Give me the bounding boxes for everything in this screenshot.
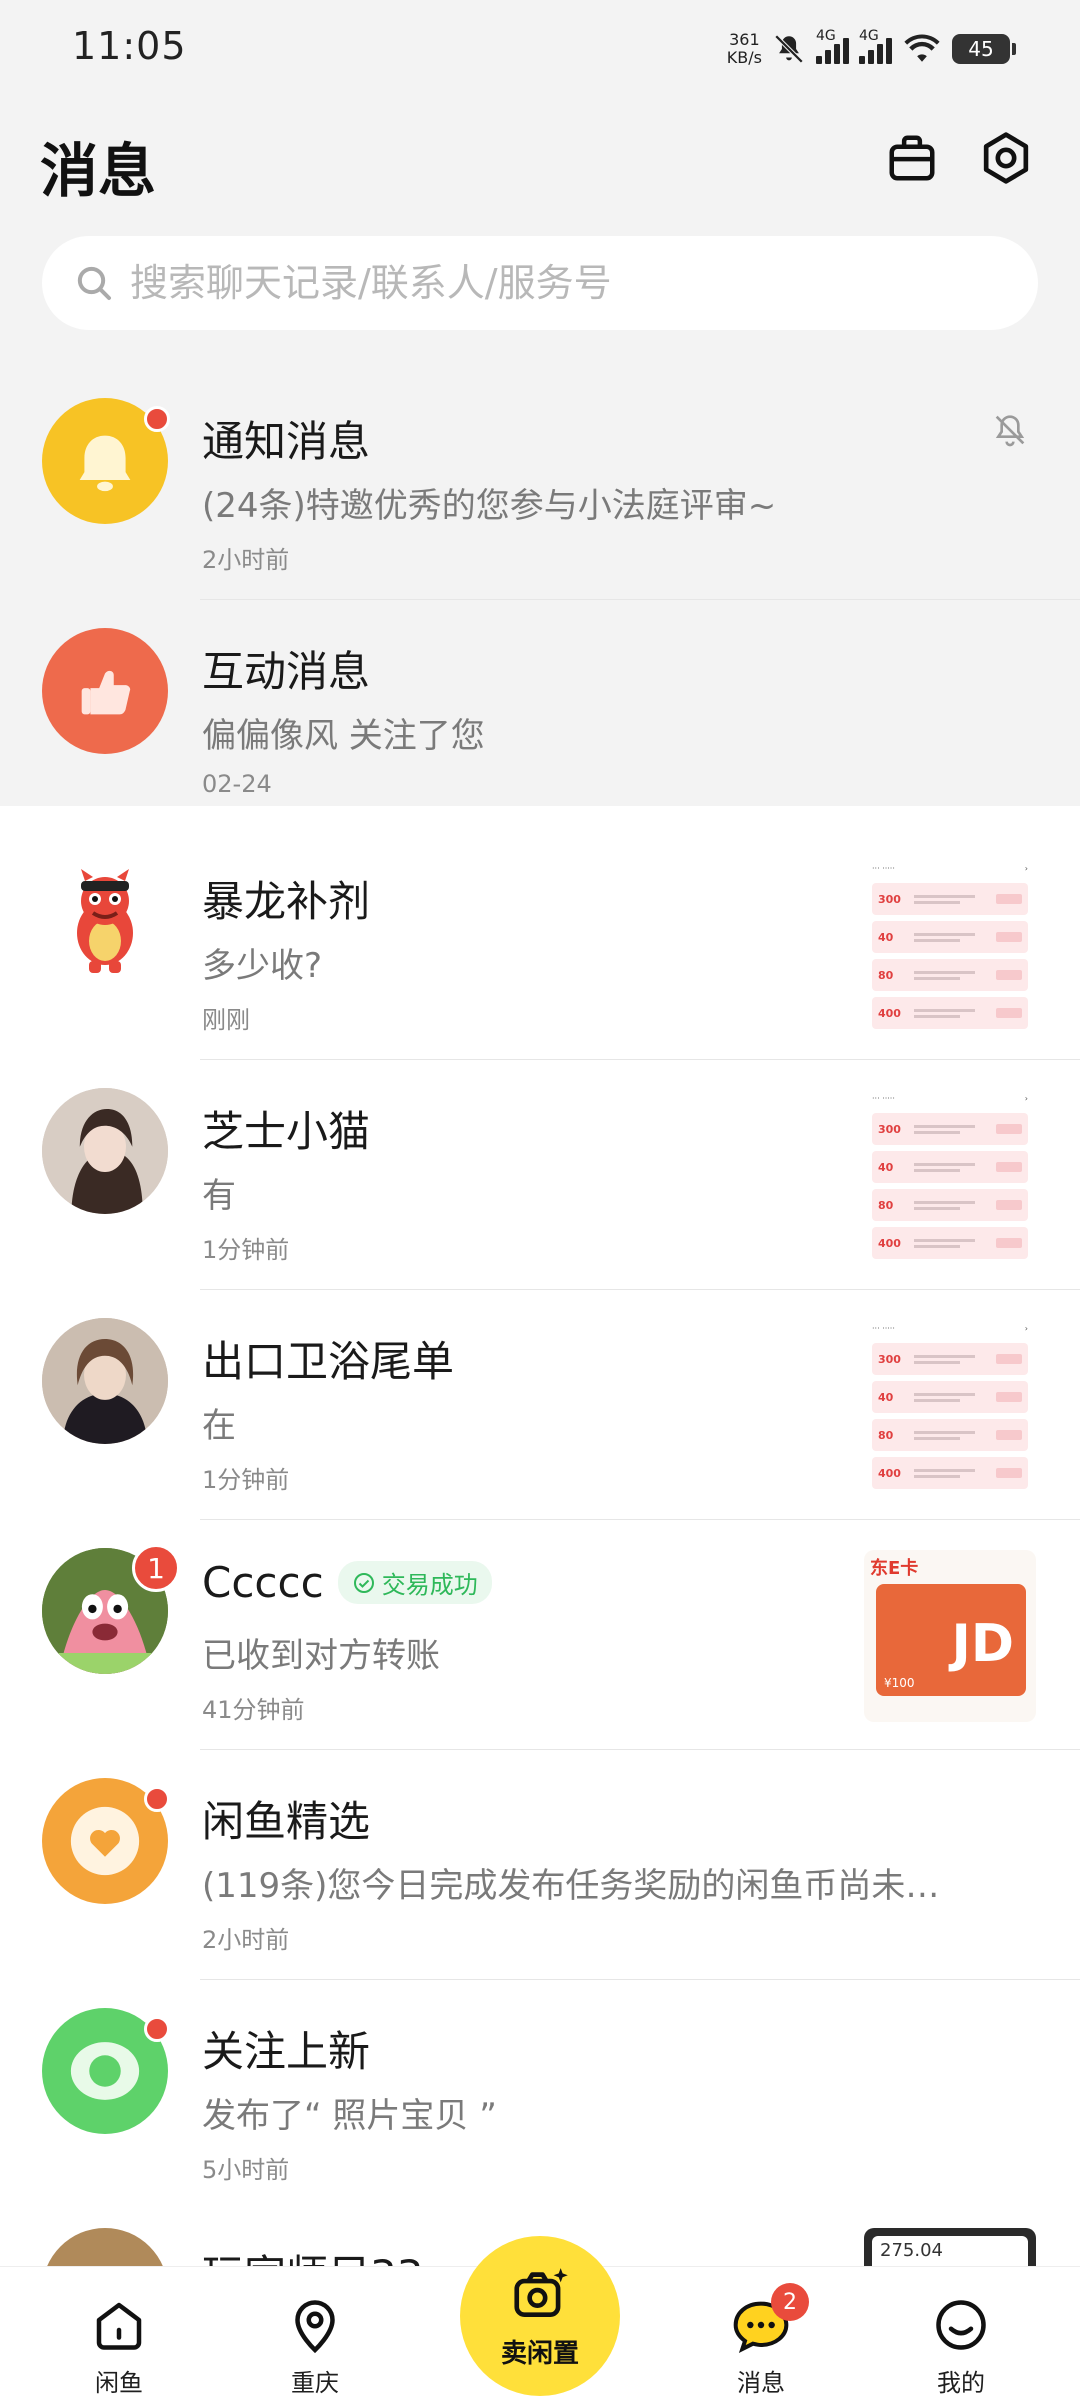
avatar: [42, 1318, 168, 1444]
home-icon: [87, 2293, 151, 2357]
list-item[interactable]: 关注上新 发布了“ 照片宝贝 ” 5小时前: [0, 1980, 1080, 2210]
nav-messages[interactable]: 2 消息: [696, 2283, 826, 2398]
shopping-bag-icon[interactable]: [884, 130, 940, 186]
bell-icon: [79, 435, 131, 492]
list-item[interactable]: 1 Ccccc 交易成功 已收到对方转账 41分钟前 东E卡 JD ¥100: [0, 1520, 1080, 1750]
list-item[interactable]: 互动消息 偏偏像风 关注了您 02-24: [0, 600, 1080, 830]
jd-card-image: JD ¥100: [876, 1584, 1026, 1696]
conversation-time: 5小时前: [202, 2156, 290, 2184]
check-circle-icon: [353, 1572, 374, 1593]
sell-button-label: 卖闲置: [500, 2338, 579, 2369]
conversation-message: (24条)特邀优秀的您参与小法庭评审~: [202, 486, 777, 526]
signal-strength-icon: 4G: [859, 28, 892, 64]
network-speed-unit: KB/s: [726, 48, 762, 67]
person-avatar-icon: [42, 1088, 168, 1214]
avatar: [42, 858, 168, 984]
item-thumbnail[interactable]: ··· ····· › 300 40 80 400: [864, 1320, 1036, 1492]
conversation-time: 41分钟前: [202, 1696, 305, 1724]
thumbs-up-icon: [81, 670, 131, 715]
location-pin-icon: [283, 2293, 347, 2357]
nav-messages-label: 消息: [737, 2369, 785, 2397]
status-time: 11:05: [72, 24, 187, 68]
item-thumbnail[interactable]: ··· ····· › 300 40 80 400: [864, 860, 1036, 1032]
search-bar[interactable]: [42, 236, 1038, 330]
signal-type-label: 4G: [859, 28, 879, 44]
conversation-name: Ccccc 交易成功: [202, 1558, 492, 1607]
nav-mine-label: 我的: [937, 2369, 985, 2397]
smiley-icon: [929, 2293, 993, 2357]
conversation-time: 1分钟前: [202, 1236, 290, 1264]
status-bar: 11:05 361 KB/s 4G 4G 45: [0, 0, 1080, 100]
conversation-time: 2小时前: [202, 1926, 290, 1954]
conversation-time: 刚刚: [202, 1006, 250, 1034]
conversation-name: 关注上新: [202, 2027, 371, 2076]
sell-button[interactable]: 卖闲置: [460, 2236, 620, 2396]
list-item[interactable]: 暴龙补剂 多少收? 刚刚 ··· ····· › 300 40 80 400: [0, 830, 1080, 1060]
messages-badge: 2: [771, 2283, 809, 2321]
avatar: [42, 1088, 168, 1214]
wifi-icon: [902, 33, 942, 65]
unread-dot: [144, 2016, 170, 2042]
battery-icon: 45: [952, 34, 1016, 64]
conversation-message: 发布了“ 照片宝贝 ”: [202, 2096, 497, 2136]
avatar: 1: [42, 1544, 180, 1674]
nav-city[interactable]: 重庆: [250, 2293, 380, 2398]
nav-home-label: 闲鱼: [95, 2369, 143, 2397]
status-icons: 361 KB/s 4G 4G 45: [727, 24, 1016, 74]
conversation-time: 2小时前: [202, 546, 290, 574]
bell-muted-icon: [990, 410, 1030, 450]
unread-dot: [144, 406, 170, 432]
conversation-name: 出口卫浴尾单: [202, 1337, 455, 1386]
search-icon: [72, 261, 116, 305]
conversation-message: 偏偏像风 关注了您: [202, 716, 485, 756]
avatar: [42, 2008, 170, 2134]
signal-strength-icon: 4G: [816, 28, 849, 64]
jd-card-title: 东E卡: [870, 1558, 919, 1579]
conversation-name: 芝士小猫: [202, 1107, 371, 1156]
conversation-time: 02-24: [202, 770, 272, 798]
conversation-name: 暴龙补剂: [202, 877, 371, 926]
conversation-message: (119条)您今日完成发布任务奖励的闲鱼币尚未…: [202, 1866, 940, 1906]
person-avatar-icon: [42, 1318, 168, 1444]
item-thumbnail[interactable]: ··· ····· › 300 40 80 400: [864, 1090, 1036, 1262]
network-speed: 361 KB/s: [727, 31, 762, 67]
nav-mine[interactable]: 我的: [896, 2293, 1026, 2398]
item-thumbnail[interactable]: 东E卡 JD ¥100: [864, 1550, 1036, 1722]
conversation-time: 1分钟前: [202, 1466, 290, 1494]
bell-muted-icon: [772, 32, 806, 66]
dragon-avatar-icon: [77, 869, 133, 973]
camera-sparkle-icon: [509, 2263, 571, 2329]
unread-dot: [144, 1786, 170, 1812]
search-input[interactable]: [130, 261, 1010, 305]
avatar: [42, 398, 170, 524]
avatar: [42, 1778, 170, 1904]
list-item[interactable]: 芝士小猫 有 1分钟前 ··· ····· › 300 40 80 400: [0, 1060, 1080, 1290]
conversation-name: 通知消息: [202, 417, 371, 466]
conversation-name: 闲鱼精选: [202, 1797, 371, 1846]
list-item[interactable]: 通知消息 (24条)特邀优秀的您参与小法庭评审~ 2小时前: [0, 370, 1080, 600]
chat-bubble-icon: 2: [729, 2283, 809, 2357]
nav-home[interactable]: 闲鱼: [54, 2293, 184, 2398]
page-title: 消息: [40, 137, 157, 205]
trade-success-tag: 交易成功: [337, 1561, 492, 1604]
list-item[interactable]: 闲鱼精选 (119条)您今日完成发布任务奖励的闲鱼币尚未… 2小时前: [0, 1750, 1080, 1980]
avatar: [42, 628, 168, 754]
unread-count-badge: 1: [132, 1544, 180, 1592]
settings-icon[interactable]: [978, 130, 1034, 186]
signal-type-label: 4G: [816, 28, 836, 44]
nav-city-label: 重庆: [291, 2369, 339, 2397]
list-item[interactable]: 出口卫浴尾单 在 1分钟前 ··· ····· › 300 40 80 400: [0, 1290, 1080, 1520]
network-speed-value: 361: [729, 30, 760, 49]
conversation-name: 互动消息: [202, 647, 371, 696]
